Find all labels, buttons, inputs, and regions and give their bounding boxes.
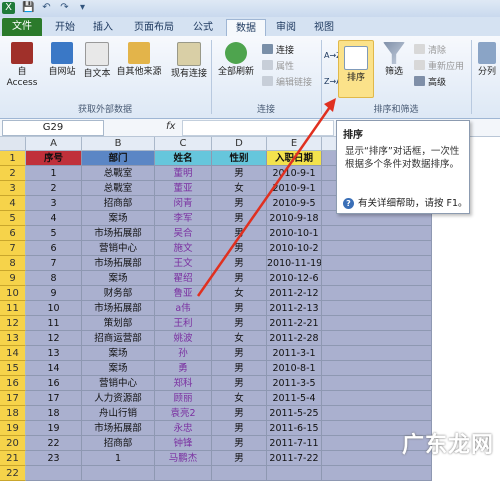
sort-tooltip: 排序 显示“排序”对话框，一次性根据多个条件对数据排序。 ? 有关详细帮助，请按 … [336, 120, 470, 214]
watermark: 广东龙网 [401, 433, 494, 458]
tooltip-body: 显示“排序”对话框，一次性根据多个条件对数据排序。 [345, 146, 460, 170]
cell-empty[interactable] [267, 466, 322, 481]
tooltip-help-text: 有关详细帮助，请按 F1。 [358, 198, 468, 209]
tooltip-title: 排序 [343, 130, 363, 141]
row-header[interactable]: 22 [0, 466, 26, 481]
cell-empty[interactable] [322, 466, 432, 481]
help-icon: ? [343, 198, 354, 209]
arrow-line [196, 103, 334, 297]
cell-empty[interactable] [26, 466, 82, 481]
tooltip-help: ? 有关详细帮助，请按 F1。 [343, 195, 468, 209]
cell-empty[interactable] [82, 466, 155, 481]
annotation-arrow [196, 98, 336, 297]
arrow-head [324, 98, 336, 112]
cell-empty[interactable] [212, 466, 267, 481]
cell-empty[interactable] [155, 466, 212, 481]
